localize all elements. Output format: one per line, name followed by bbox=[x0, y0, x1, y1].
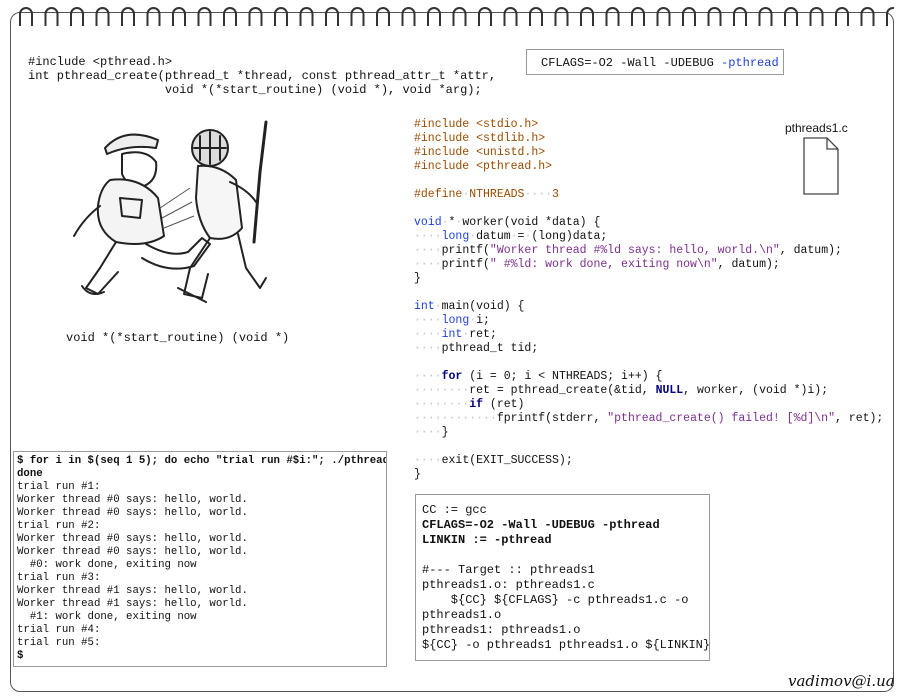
binding-ring bbox=[605, 7, 620, 26]
prototype-line-3: void *(*start_routine) (void *), void *a… bbox=[28, 83, 482, 97]
binding-ring bbox=[733, 7, 747, 26]
cflags-pthread-flag: -pthread bbox=[721, 56, 779, 70]
include-line: #include <stdlib.h> bbox=[414, 132, 546, 145]
binding-ring bbox=[656, 7, 671, 26]
include-line: #include <pthread.h> bbox=[414, 160, 553, 173]
binding-ring bbox=[172, 7, 186, 26]
printf-string: "Worker thread #%ld says: hello, world.\… bbox=[489, 244, 780, 257]
binding-ring bbox=[376, 7, 390, 26]
binding-ring bbox=[325, 7, 339, 26]
binding-ring bbox=[19, 7, 33, 26]
binding-ring bbox=[784, 7, 798, 26]
define-value: 3 bbox=[552, 188, 559, 201]
binding-ring bbox=[835, 7, 849, 26]
include-line: #include <stdio.h> bbox=[414, 118, 539, 131]
makefile-rules: #--- Target :: pthreads1 pthreads1.o: pt… bbox=[422, 563, 710, 652]
binding-ring bbox=[70, 7, 84, 26]
c-source-code: #include <stdio.h> #include <stdlib.h> #… bbox=[414, 118, 884, 481]
binding-ring bbox=[223, 7, 237, 26]
spiral-binding bbox=[19, 7, 894, 26]
define-keyword: #define bbox=[414, 188, 463, 201]
include-line: #include <unistd.h> bbox=[414, 146, 546, 159]
binding-ring bbox=[452, 7, 467, 26]
binding-ring bbox=[886, 7, 894, 26]
pthread-create-prototype: #include <pthread.h> int pthread_create(… bbox=[28, 55, 496, 97]
prototype-line-2: int pthread_create(pthread_t *thread, co… bbox=[28, 69, 497, 83]
binding-ring bbox=[554, 7, 569, 26]
binding-ring bbox=[121, 7, 135, 26]
binding-ring bbox=[860, 7, 875, 26]
fprintf-string: "pthread_create() failed! [%d]\n" bbox=[607, 412, 835, 425]
binding-ring bbox=[427, 7, 441, 26]
binding-ring bbox=[529, 7, 543, 26]
binding-ring bbox=[401, 7, 416, 26]
soldiers-cartoon-icon bbox=[73, 120, 268, 303]
makefile-cc: CC := gcc bbox=[422, 503, 487, 517]
binding-ring bbox=[758, 7, 773, 26]
terminal-prompt: $ bbox=[17, 650, 24, 662]
makefile-cflags: CFLAGS=-O2 -Wall -UDEBUG -pthread bbox=[422, 518, 660, 532]
illustration-caption: void *(*start_routine) (void *) bbox=[66, 331, 290, 345]
binding-ring bbox=[146, 7, 161, 26]
cflags-box: CFLAGS=-O2 -Wall -UDEBUG -pthread bbox=[526, 49, 784, 75]
main-signature: main(void) { bbox=[441, 300, 525, 313]
binding-ring bbox=[44, 7, 59, 26]
terminal-output: $ for i in $(seq 1 5); do echo "trial ru… bbox=[13, 451, 387, 667]
binding-ring bbox=[707, 7, 722, 26]
author-signature: vadimov@i.ua bbox=[788, 672, 895, 690]
binding-ring bbox=[248, 7, 263, 26]
cflags-prefix: CFLAGS=-O2 -Wall -UDEBUG bbox=[541, 56, 722, 70]
binding-ring bbox=[274, 7, 288, 26]
terminal-output-text: trial run #1: Worker thread #0 says: hel… bbox=[17, 481, 248, 649]
binding-ring bbox=[580, 7, 594, 26]
makefile-box: CC := gcc CFLAGS=-O2 -Wall -UDEBUG -pthr… bbox=[415, 494, 710, 661]
binding-ring bbox=[503, 7, 518, 26]
prototype-line-1: #include <pthread.h> bbox=[28, 55, 173, 69]
worker-signature: worker(void *data) { bbox=[462, 216, 601, 229]
binding-ring bbox=[682, 7, 696, 26]
binding-ring bbox=[631, 7, 645, 26]
printf-string: " #%ld: work done, exiting now\n" bbox=[489, 258, 718, 271]
binding-ring bbox=[350, 7, 365, 26]
makefile-linkin: LINKIN := -pthread bbox=[422, 533, 552, 547]
exit-call: exit(EXIT_SUCCESS); bbox=[441, 454, 573, 467]
binding-ring bbox=[95, 7, 110, 26]
define-name: NTHREADS bbox=[469, 188, 525, 201]
terminal-command: $ for i in $(seq 1 5); do echo "trial ru… bbox=[17, 455, 386, 480]
binding-ring bbox=[809, 7, 824, 26]
binding-ring bbox=[197, 7, 212, 26]
binding-ring bbox=[478, 7, 492, 26]
binding-ring bbox=[299, 7, 314, 26]
